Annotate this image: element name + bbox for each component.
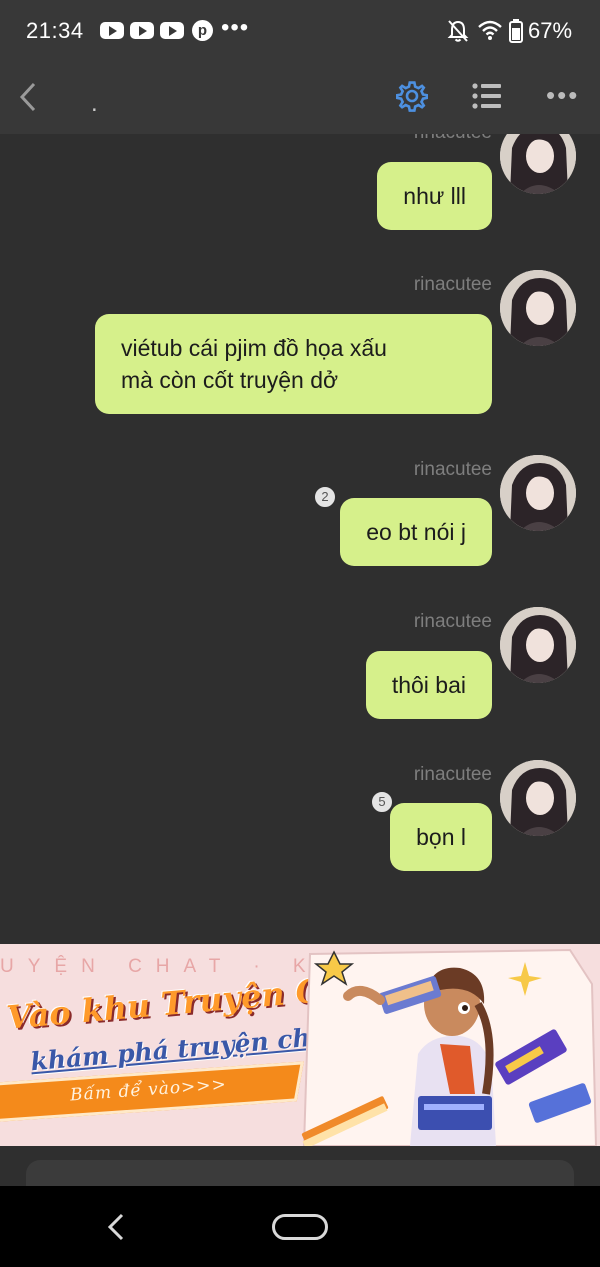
back-button[interactable] xyxy=(14,80,44,114)
avatar[interactable] xyxy=(500,607,576,683)
avatar-image xyxy=(500,134,576,194)
wifi-icon xyxy=(478,20,502,40)
message-text: thôi bai xyxy=(391,672,466,698)
banner-illustration xyxy=(301,948,598,1146)
sender-name: rinacutee xyxy=(413,459,492,480)
more-notifications-icon: ••• xyxy=(221,14,250,41)
battery-icon xyxy=(509,19,523,43)
chat-title: . xyxy=(91,90,98,117)
message-text: eo bt nói j xyxy=(366,519,466,545)
message-input-area xyxy=(0,1146,600,1200)
youtube-icon xyxy=(130,22,154,39)
message-bubble[interactable]: thôi bai xyxy=(365,651,492,719)
bell-muted-icon xyxy=(447,20,469,42)
avatar-image xyxy=(500,270,576,346)
avatar[interactable] xyxy=(500,455,576,531)
message-text: bọn l xyxy=(416,824,466,850)
pinterest-icon: p xyxy=(192,20,213,41)
system-back-button[interactable] xyxy=(104,1212,128,1242)
list-menu-icon[interactable] xyxy=(472,82,502,110)
message-bubble[interactable]: eo bt nói j xyxy=(340,498,492,566)
system-navigation-bar xyxy=(0,1186,600,1267)
message-count-badge: 2 xyxy=(313,485,337,509)
avatar-image xyxy=(500,455,576,531)
chat-header: . ••• xyxy=(0,62,600,134)
avatar-image xyxy=(500,760,576,836)
more-options-button[interactable]: ••• xyxy=(546,80,579,111)
status-time: 21:34 xyxy=(26,18,84,43)
battery-percent: 67% xyxy=(528,18,573,43)
system-home-button[interactable] xyxy=(272,1214,328,1240)
avatar[interactable] xyxy=(500,760,576,836)
message-bubble[interactable]: bọn l xyxy=(390,803,492,871)
avatar[interactable] xyxy=(500,134,576,194)
sender-name: rinacutee xyxy=(413,274,492,295)
message-count-badge: 5 xyxy=(370,790,394,814)
sender-name: rinacutee xyxy=(413,764,492,785)
chat-messages-list[interactable]: rinacutee như lll rinacutee xyxy=(0,134,600,944)
status-bar: 21:34 p ••• 67% xyxy=(0,0,600,62)
message-text: viétub cái pjim đồ họa xấu xyxy=(121,335,387,361)
sender-name: rinacutee xyxy=(414,134,492,144)
youtube-icon xyxy=(160,22,184,39)
message-text: như lll xyxy=(403,183,466,209)
youtube-icon xyxy=(100,22,124,39)
avatar-image xyxy=(500,607,576,683)
message-bubble[interactable]: viétub cái pjim đồ họa xấu mà còn cốt tr… xyxy=(95,314,492,414)
truyen-chat-promo-banner[interactable]: UYỆN CHAT · KHÁM PHÁ Vào khu Truyện Chat… xyxy=(0,944,600,1146)
message-bubble[interactable]: như lll xyxy=(377,162,492,230)
avatar[interactable] xyxy=(500,270,576,346)
settings-gear-icon[interactable] xyxy=(396,80,428,112)
message-text: mà còn cốt truyện dở xyxy=(121,367,339,393)
sender-name: rinacutee xyxy=(413,611,492,632)
